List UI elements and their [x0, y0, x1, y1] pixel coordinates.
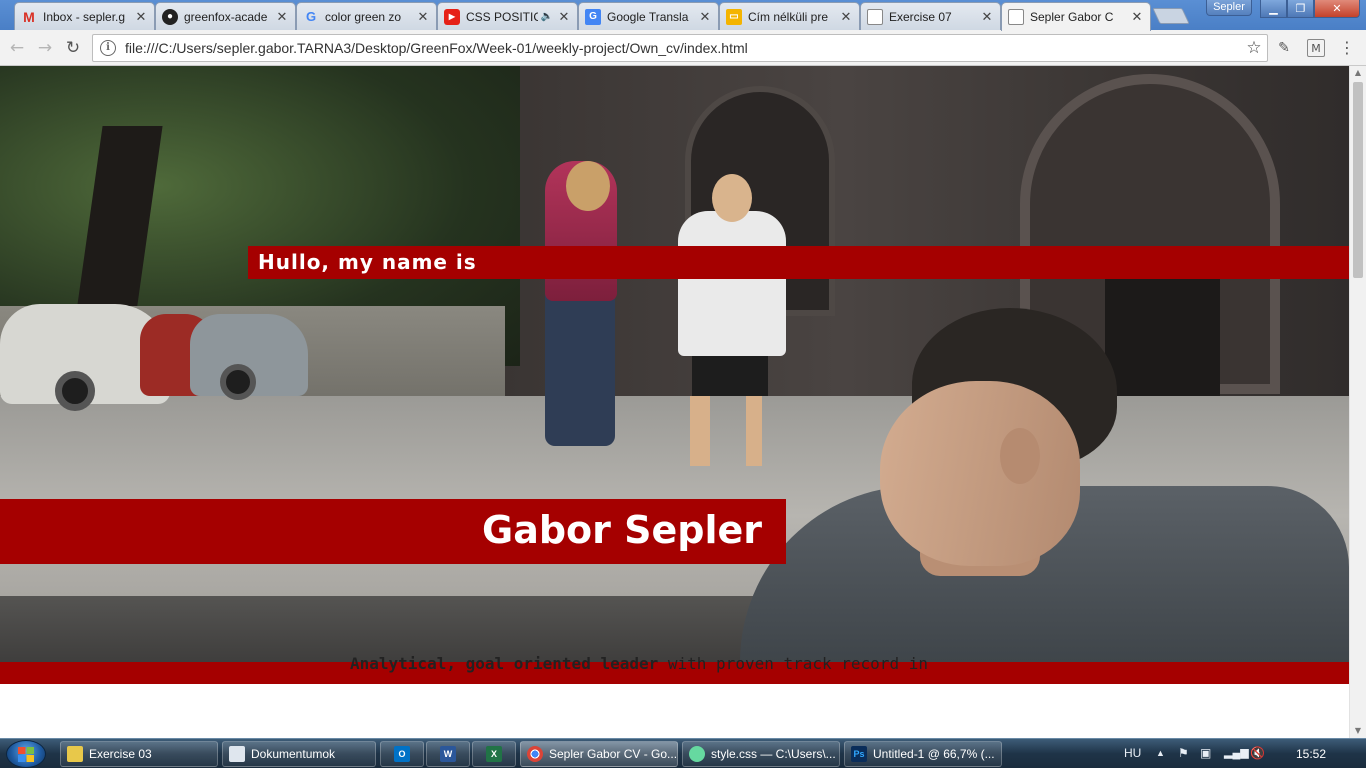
google-slides-icon: ▭ [726, 8, 742, 25]
intro-text: Analytical, goal oriented leader with pr… [350, 654, 928, 673]
outlook-icon: O [394, 746, 410, 762]
google-translate-icon: G [585, 8, 601, 25]
scroll-up-arrow-icon[interactable]: ▲ [1350, 66, 1366, 80]
forward-button[interactable]: → [34, 37, 56, 59]
taskbar-item-word[interactable]: W [426, 741, 470, 767]
windows-taskbar: Exercise 03 Dokumentumok O W X Sepler Ga… [0, 738, 1366, 768]
atom-icon [689, 746, 705, 762]
taskbar-item-excel[interactable]: X [472, 741, 516, 767]
taskbar-item-label: Dokumentumok [251, 747, 336, 761]
browser-toolbar: ← → ↻ i file:///C:/Users/sepler.gabor.TA… [0, 30, 1366, 66]
close-tab-icon[interactable]: ✕ [557, 9, 571, 25]
address-bar[interactable]: i file:///C:/Users/sepler.gabor.TARNA3/D… [92, 34, 1268, 62]
speaker-icon[interactable]: 🔈 [541, 11, 553, 22]
tab-label: CSS POSITIC [466, 9, 538, 24]
tab-google-slides[interactable]: ▭ Cím nélküli pre ✕ [719, 2, 860, 30]
new-tab-button[interactable] [1152, 8, 1190, 24]
word-icon: W [440, 746, 456, 762]
profile-button[interactable]: Sepler [1206, 0, 1252, 16]
close-tab-icon[interactable]: ✕ [1130, 9, 1144, 25]
tab-label: greenfox-acade [184, 9, 268, 24]
network-signal-icon[interactable]: ▂▄▆ [1224, 746, 1249, 759]
taskbar-item-label: Sepler Gabor CV - Go... [549, 747, 678, 761]
close-tab-icon[interactable]: ✕ [416, 9, 430, 25]
maximize-button[interactable]: ❐ [1287, 0, 1314, 18]
tab-gmail[interactable]: M Inbox - sepler.g ✕ [14, 2, 155, 30]
intro-rest: with proven track record in [658, 654, 928, 673]
menu-icon[interactable]: ⋮ [1338, 39, 1356, 57]
gmail-icon: M [23, 8, 35, 25]
taskbar-item-label: style.css — C:\Users\... [711, 747, 836, 761]
tab-label: Sepler Gabor C [1030, 10, 1114, 24]
photoshop-icon: Ps [851, 746, 867, 762]
tab-sepler-cv[interactable]: Sepler Gabor C ✕ [1001, 2, 1151, 31]
tab-google-translate[interactable]: G Google Transla ✕ [578, 2, 719, 30]
close-tab-icon[interactable]: ✕ [698, 9, 712, 25]
github-icon: ● [162, 8, 178, 25]
scroll-down-arrow-icon[interactable]: ▼ [1350, 724, 1366, 738]
bookmark-star-icon[interactable]: ☆ [1241, 38, 1267, 58]
minimize-button[interactable]: ▁ [1260, 0, 1287, 18]
hello-heading: Hullo, my name is [258, 250, 477, 274]
close-tab-icon[interactable]: ✕ [275, 9, 289, 25]
tab-label: Cím nélküli pre [748, 9, 829, 24]
tab-google-search[interactable]: G color green zo ✕ [296, 2, 437, 30]
taskbar-item-dokumentumok[interactable]: Dokumentumok [222, 741, 376, 767]
vertical-scrollbar[interactable]: ▲ ▼ [1349, 66, 1366, 738]
start-button[interactable] [6, 740, 46, 768]
tab-strip: M Inbox - sepler.g ✕ ● greenfox-acade ✕ … [0, 0, 1366, 31]
extension-icon[interactable]: M [1307, 39, 1325, 57]
volume-muted-icon[interactable]: 🔇 [1250, 746, 1265, 760]
close-window-button[interactable]: ✕ [1314, 0, 1360, 18]
google-icon: G [305, 9, 317, 24]
youtube-icon: ▶ [444, 8, 460, 25]
info-icon[interactable]: i [100, 40, 116, 56]
show-hidden-icons-icon[interactable]: ▲ [1156, 748, 1165, 758]
scroll-thumb[interactable] [1353, 82, 1363, 278]
document-icon [229, 746, 245, 762]
tab-github[interactable]: ● greenfox-acade ✕ [155, 2, 296, 30]
taskbar-item-outlook[interactable]: O [380, 741, 424, 767]
tab-exercise-07[interactable]: Exercise 07 ✕ [860, 2, 1001, 30]
clock[interactable]: 15:52 [1296, 747, 1326, 761]
language-indicator[interactable]: HU [1124, 746, 1141, 760]
tab-youtube[interactable]: ▶ CSS POSITIC 🔈 ✕ [437, 2, 578, 30]
page-icon [1008, 9, 1024, 25]
hero-photo: Hullo, my name is Gabor Sepler [0, 66, 1349, 662]
tab-label: Inbox - sepler.g [43, 9, 126, 24]
folder-icon [67, 746, 83, 762]
windows-logo-icon [18, 747, 34, 762]
name-heading: Gabor Sepler [482, 508, 762, 552]
tab-label: color green zo [325, 9, 402, 24]
close-tab-icon[interactable]: ✕ [839, 9, 853, 25]
eyedropper-extension-icon[interactable]: ✎ [1275, 39, 1293, 57]
taskbar-item-label: Exercise 03 [89, 747, 152, 761]
tab-label: Exercise 07 [889, 9, 952, 24]
taskbar-item-photoshop[interactable]: Ps Untitled-1 @ 66,7% (... [844, 741, 1002, 767]
device-icon[interactable]: ▣ [1200, 746, 1211, 760]
taskbar-item-atom[interactable]: style.css — C:\Users\... [682, 741, 840, 767]
system-tray: HU ▲ ⚑ ▣ ▂▄▆ 🔇 15:52 [1118, 739, 1366, 768]
intro-bold: Analytical, goal oriented leader [350, 654, 659, 673]
close-tab-icon[interactable]: ✕ [980, 9, 994, 25]
page-viewport: Hullo, my name is Gabor Sepler [0, 66, 1349, 738]
close-tab-icon[interactable]: ✕ [134, 9, 148, 25]
reload-button[interactable]: ↻ [62, 37, 84, 59]
url-text[interactable]: file:///C:/Users/sepler.gabor.TARNA3/Des… [125, 40, 1241, 56]
taskbar-item-exercise-03[interactable]: Exercise 03 [60, 741, 218, 767]
tab-label: Google Transla [607, 9, 689, 24]
excel-icon: X [486, 746, 502, 762]
page-icon [867, 8, 883, 25]
taskbar-item-label: Untitled-1 @ 66,7% (... [873, 747, 995, 761]
name-banner: Gabor Sepler [0, 499, 786, 564]
back-button[interactable]: ← [6, 37, 28, 59]
taskbar-item-chrome[interactable]: Sepler Gabor CV - Go... [520, 741, 678, 767]
chrome-icon [527, 746, 543, 762]
hello-banner: Hullo, my name is [248, 246, 1349, 279]
action-center-flag-icon[interactable]: ⚑ [1178, 746, 1189, 760]
